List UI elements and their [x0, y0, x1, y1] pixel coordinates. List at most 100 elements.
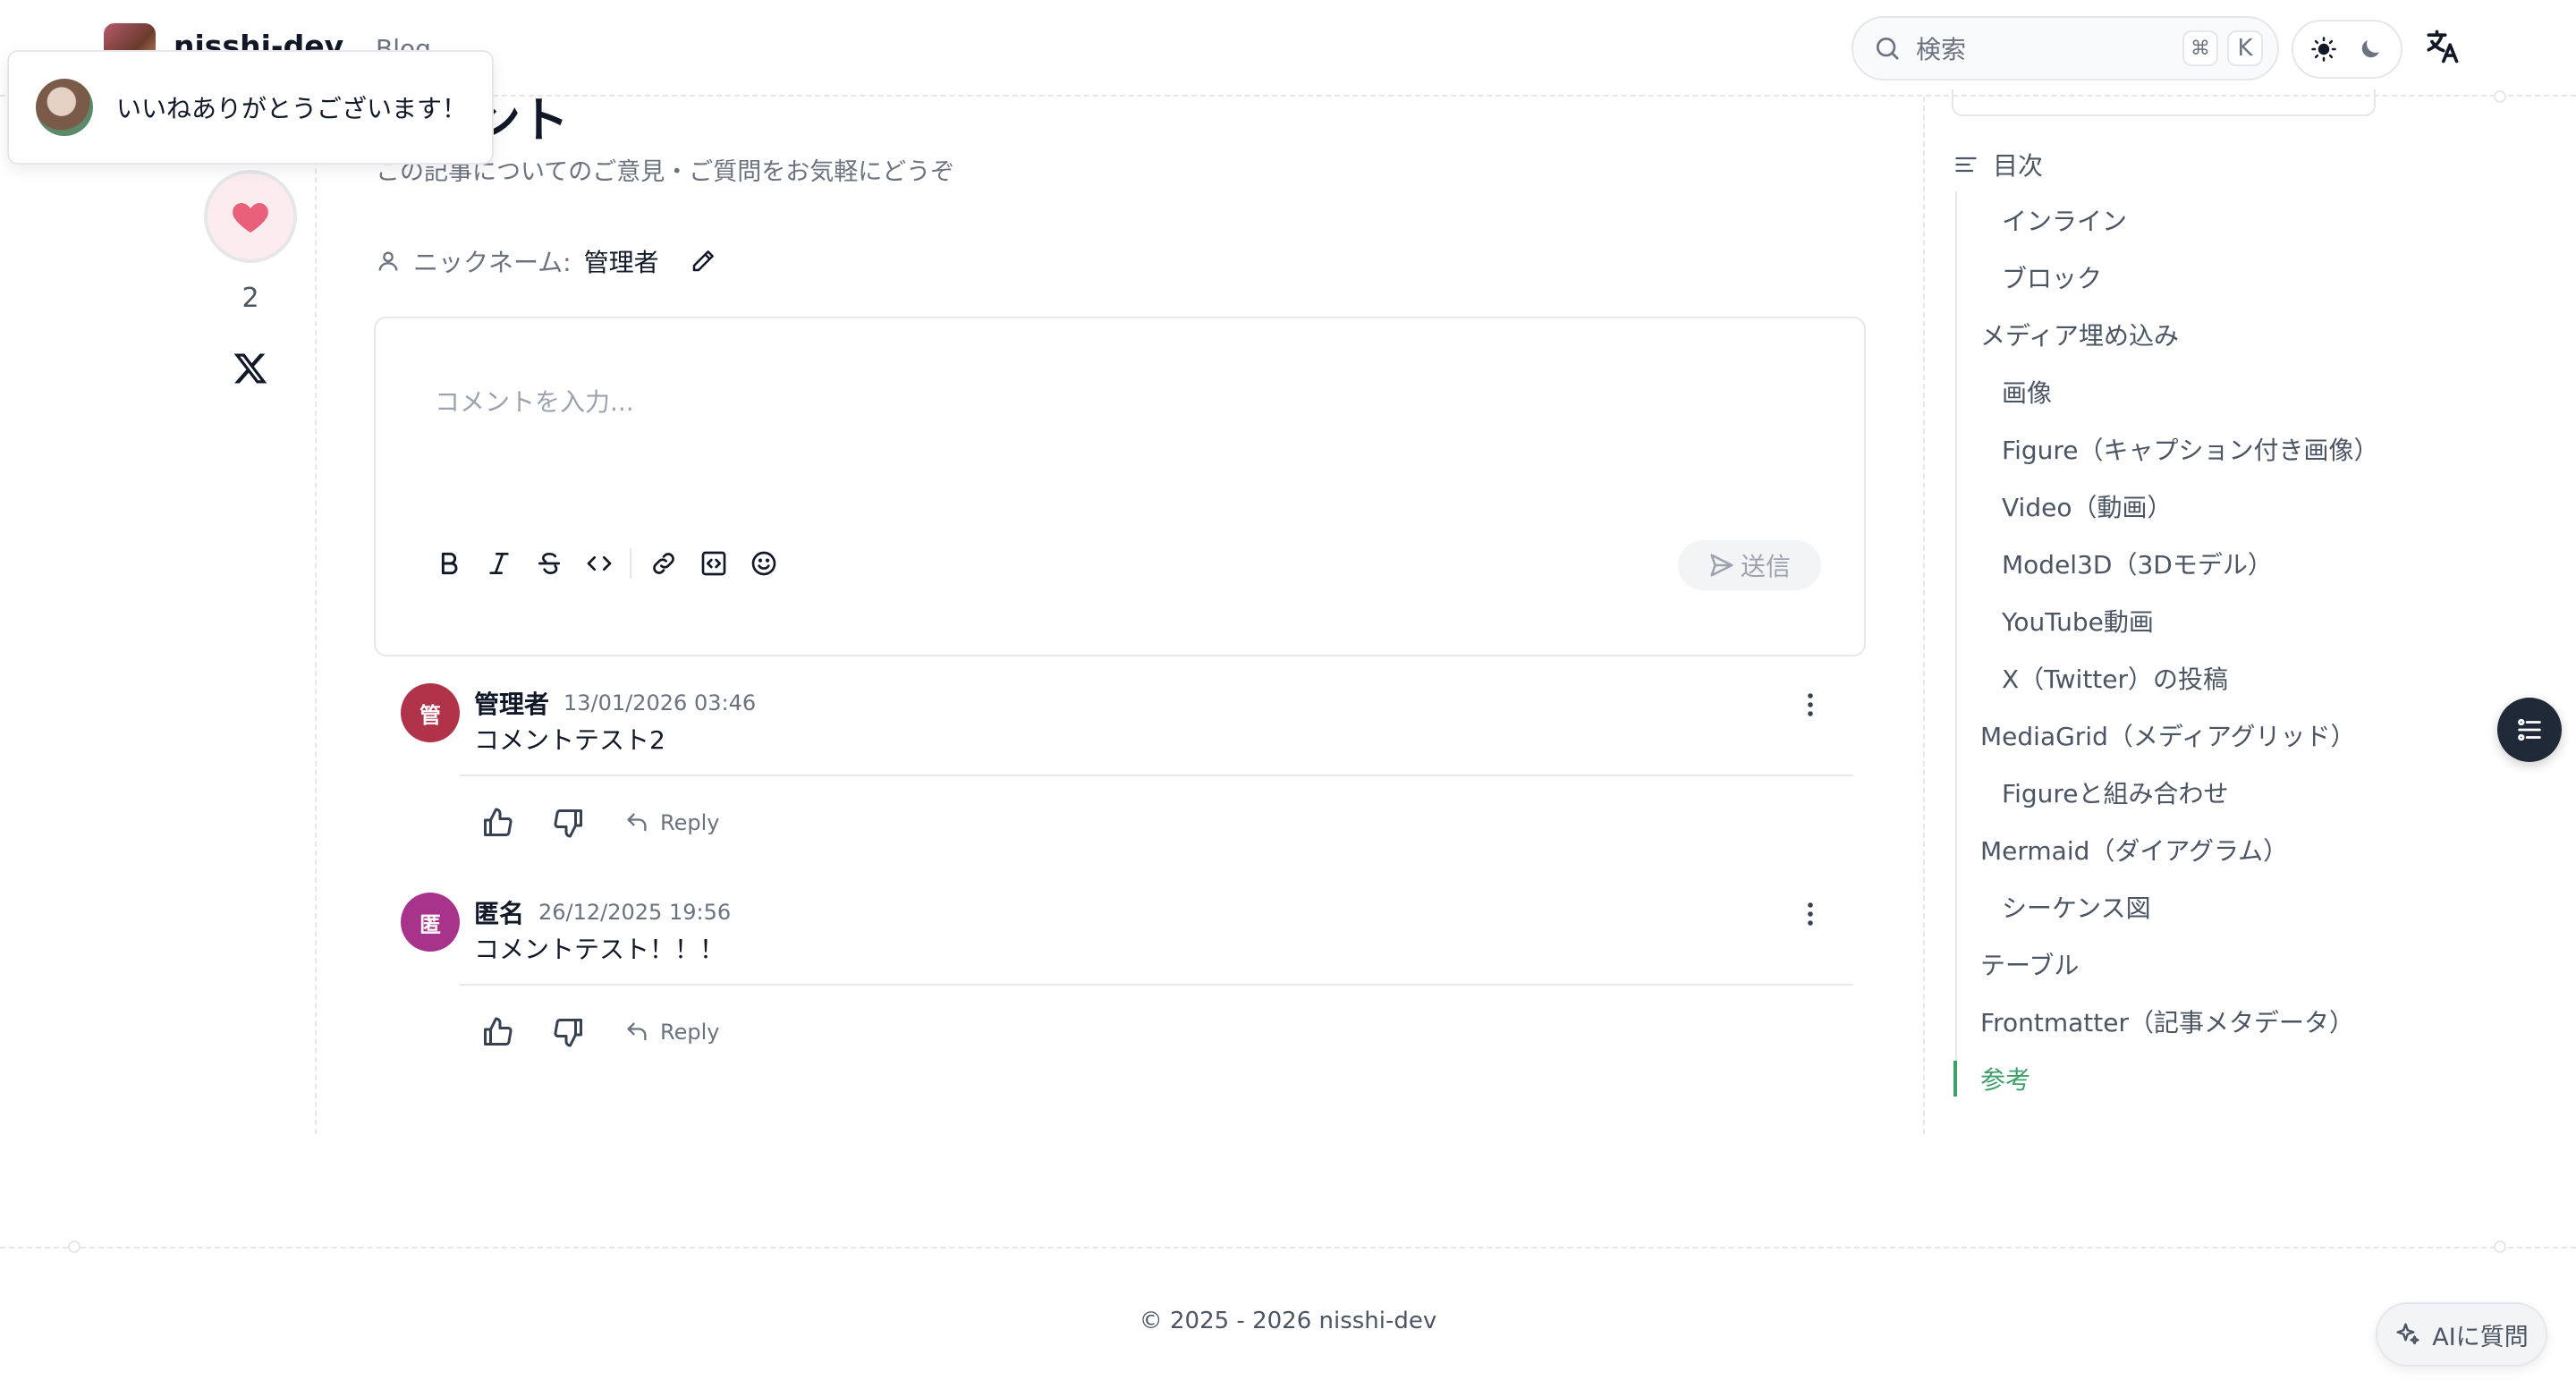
- sparkles-icon: [2396, 1323, 2419, 1345]
- copyright: © 2025 - 2026 nisshi-dev: [1139, 1308, 1437, 1334]
- inline-code-button[interactable]: [583, 547, 615, 580]
- toast-message: いいねありがとうございます！: [116, 94, 468, 123]
- comment-divider: [460, 775, 1853, 776]
- link-icon: [653, 553, 674, 574]
- more-vertical-icon: [1808, 902, 1813, 926]
- comment-actions: Reply: [481, 1016, 719, 1048]
- toc-item[interactable]: Frontmatter（記事メタデータ）: [1980, 1003, 2354, 1039]
- reply-button[interactable]: Reply: [624, 810, 719, 835]
- guide-dot: [2494, 90, 2506, 103]
- sun-icon[interactable]: [2310, 36, 2337, 63]
- thumbs-up-icon[interactable]: [481, 807, 513, 839]
- search-placeholder: 検索: [1916, 35, 1967, 64]
- toc-item[interactable]: Video（動画）: [2002, 488, 2172, 524]
- comment-menu-button[interactable]: [1796, 894, 1825, 934]
- list-icon: [1955, 157, 1977, 173]
- send-icon: [1710, 554, 1733, 577]
- link-button[interactable]: [648, 547, 680, 580]
- guide-dot: [68, 1240, 80, 1253]
- ask-ai-button[interactable]: AIに質問: [2376, 1302, 2547, 1367]
- thumbs-down-icon[interactable]: [553, 1016, 585, 1048]
- kbd-command: ⌘: [2182, 30, 2218, 66]
- user-icon: [378, 251, 398, 271]
- more-vertical-icon: [1808, 693, 1813, 716]
- bold-icon: [441, 552, 458, 575]
- toc-divider: [1923, 97, 1925, 1134]
- guide-dot: [2494, 1240, 2506, 1253]
- comment-body: コメントテスト2: [474, 725, 665, 755]
- toc-item[interactable]: Figure（キャプション付き画像）: [2002, 431, 2379, 467]
- comment-date: 13/01/2026 03:46: [564, 690, 757, 715]
- comment-menu-button[interactable]: [1796, 685, 1825, 724]
- kbd-k: K: [2227, 30, 2263, 66]
- nickname-row: ニックネーム: 管理者: [376, 243, 716, 279]
- comment-divider: [460, 984, 1853, 986]
- heart-icon: [233, 203, 268, 233]
- reply-label: Reply: [660, 1020, 720, 1045]
- nickname-label: ニックネーム:: [413, 248, 572, 277]
- strikethrough-button[interactable]: [533, 547, 565, 580]
- comment-author: 管理者: [474, 690, 550, 719]
- toc-item[interactable]: テーブル: [1980, 946, 2079, 982]
- toc-item[interactable]: Model3D（3Dモデル）: [2002, 546, 2273, 581]
- emoji-button[interactable]: [748, 547, 780, 580]
- smile-icon: [751, 551, 776, 576]
- ask-ai-label: AIに質問: [2432, 1323, 2529, 1351]
- code-icon: [587, 556, 612, 571]
- theme-toggle[interactable]: [2292, 20, 2402, 79]
- italic-button[interactable]: [483, 547, 515, 580]
- search-box[interactable]: 検索 ⌘ K: [1852, 16, 2279, 80]
- toc-item[interactable]: Mermaid（ダイアグラム）: [1980, 832, 2288, 868]
- comment-actions: Reply: [481, 807, 719, 839]
- strikethrough-icon: [538, 552, 560, 575]
- code-block-icon: [701, 551, 726, 576]
- toc-item[interactable]: 画像: [2002, 374, 2052, 410]
- bold-button[interactable]: [433, 547, 465, 580]
- like-count: 2: [242, 283, 259, 314]
- comment-author: 匿名: [474, 899, 525, 928]
- comment-date: 26/12/2025 19:56: [538, 900, 732, 925]
- send-button[interactable]: 送信: [1678, 540, 1821, 590]
- x-share-icon[interactable]: [231, 349, 270, 388]
- toast-avatar: [36, 79, 93, 136]
- toc-active-indicator: [1953, 1061, 1957, 1096]
- toc-item[interactable]: YouTube動画: [2002, 603, 2154, 639]
- list-settings-icon: [2518, 718, 2541, 741]
- translate-icon[interactable]: [2422, 27, 2462, 66]
- rail-divider: [315, 97, 317, 1134]
- moon-icon[interactable]: [2357, 36, 2384, 63]
- toc-item[interactable]: X（Twitter）の投稿: [2002, 660, 2228, 696]
- comment-editor[interactable]: コメントを入力... 送信: [374, 317, 1866, 656]
- toc-item[interactable]: ブロック: [2002, 259, 2102, 295]
- toc-card-edge: [1952, 89, 2376, 116]
- like-toast: いいねありがとうございます！: [7, 50, 494, 165]
- italic-icon: [489, 553, 509, 574]
- comment-avatar: 管: [401, 683, 460, 742]
- send-label: 送信: [1740, 552, 1791, 581]
- pencil-icon[interactable]: [690, 248, 716, 275]
- footer-divider: [0, 1247, 2576, 1249]
- code-block-button[interactable]: [698, 547, 730, 580]
- reply-icon: [627, 1022, 647, 1041]
- toc-item[interactable]: Figureと組み合わせ: [2002, 775, 2229, 810]
- floating-toc-button[interactable]: [2497, 698, 2562, 762]
- nickname-value: 管理者: [583, 248, 659, 277]
- reply-button[interactable]: Reply: [624, 1020, 719, 1045]
- toc-item[interactable]: インライン: [2002, 202, 2127, 238]
- reply-label: Reply: [660, 810, 720, 835]
- toc-header: 目次: [1953, 147, 2043, 182]
- toc-title: 目次: [1993, 151, 2044, 181]
- thumbs-up-icon[interactable]: [481, 1016, 513, 1048]
- toc-item[interactable]: シーケンス図: [2002, 889, 2151, 925]
- search-icon: [1877, 38, 1899, 60]
- editor-toolbar: [433, 547, 798, 580]
- thumbs-down-icon[interactable]: [553, 807, 585, 839]
- comment-body: コメントテスト！！！: [474, 935, 725, 964]
- like-button[interactable]: [204, 170, 297, 263]
- comment-avatar: 匿: [401, 893, 460, 952]
- toc-item[interactable]: MediaGrid（メディアグリッド）: [1980, 717, 2356, 753]
- comment-input[interactable]: コメントを入力...: [435, 383, 634, 419]
- toolbar-separator: [630, 548, 631, 579]
- toc-item[interactable]: メディア埋め込み: [1980, 317, 2179, 352]
- toc-item-active[interactable]: 参考: [1980, 1061, 2030, 1096]
